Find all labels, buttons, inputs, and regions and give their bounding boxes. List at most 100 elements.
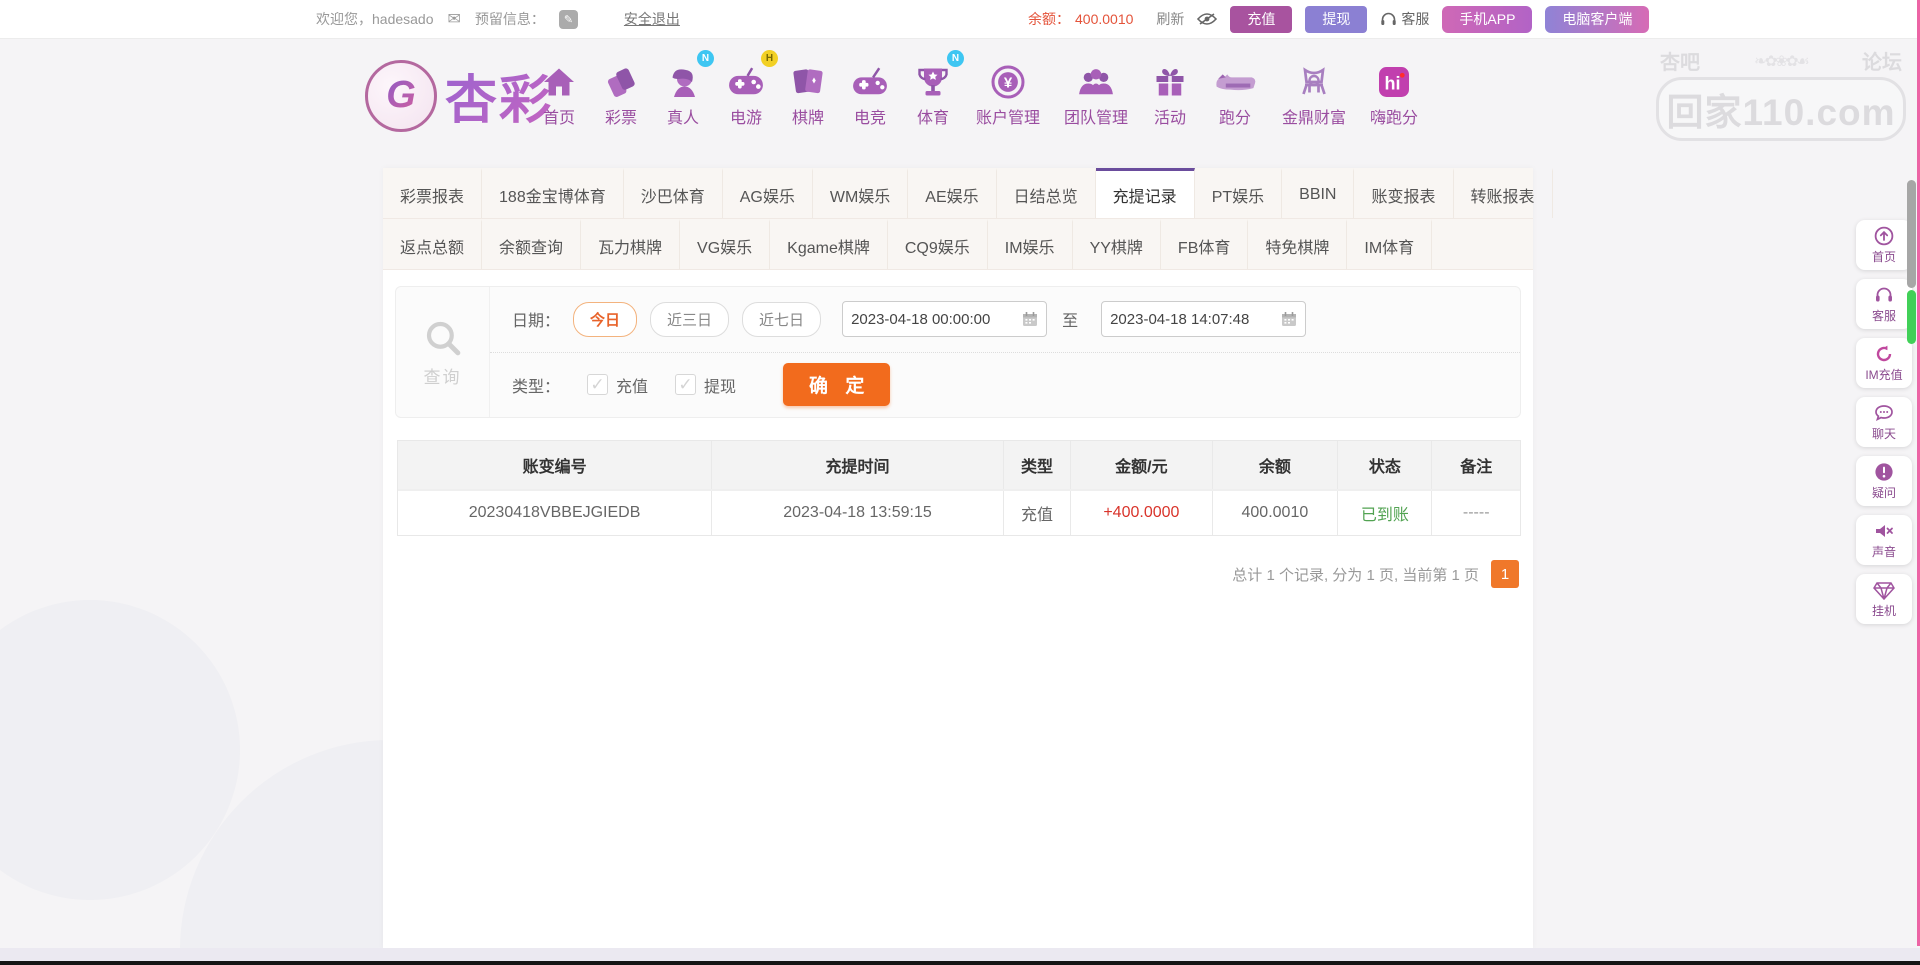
gamepad-icon: H bbox=[726, 54, 766, 100]
cell-type: 充值 bbox=[1004, 491, 1071, 535]
throne-icon bbox=[1295, 54, 1333, 100]
watermark-flourish: ❧✿❀✿☙ bbox=[1700, 52, 1862, 70]
tab-vg[interactable]: VG娱乐 bbox=[680, 219, 770, 269]
cell-status: 已到账 bbox=[1338, 491, 1432, 535]
sidebar-item-im-recharge[interactable]: IM充值 bbox=[1856, 338, 1912, 388]
tab-shaba-sports[interactable]: 沙巴体育 bbox=[624, 168, 723, 218]
checkbox-recharge[interactable]: ✓ 充值 bbox=[587, 373, 648, 397]
tab-transfer-report[interactable]: 转账报表 bbox=[1454, 168, 1553, 218]
main-content: 彩票报表 188金宝博体育 沙巴体育 AG娱乐 WM娱乐 AE娱乐 日结总览 充… bbox=[383, 168, 1533, 948]
watermark-left: 杏吧 bbox=[1660, 46, 1700, 75]
nav-badge-h: H bbox=[761, 50, 778, 67]
range-today-button[interactable]: 今日 bbox=[573, 302, 637, 337]
sidebar-item-autoplay[interactable]: 挂机 bbox=[1856, 574, 1912, 624]
tab-cq9[interactable]: CQ9娱乐 bbox=[888, 219, 988, 269]
range-3days-button[interactable]: 近三日 bbox=[650, 302, 729, 337]
tab-balance-query[interactable]: 余额查询 bbox=[482, 219, 581, 269]
withdraw-button[interactable]: 提现 bbox=[1305, 6, 1367, 33]
reserved-info-label: 预留信息： bbox=[475, 9, 545, 29]
calendar-icon[interactable] bbox=[1281, 311, 1297, 327]
sidebar-item-service[interactable]: 客服 bbox=[1856, 279, 1912, 329]
mail-icon[interactable]: ✉ bbox=[448, 9, 461, 29]
cell-change-id: 20230418VBBEJGIEDB bbox=[398, 491, 712, 535]
gift-icon bbox=[1152, 54, 1188, 100]
nav-item-sports[interactable]: N 体育 bbox=[902, 54, 964, 128]
table-row: 20230418VBBEJGIEDB 2023-04-18 13:59:15 充… bbox=[398, 489, 1520, 535]
nav-item-cards[interactable]: 棋牌 bbox=[778, 54, 838, 128]
tab-bbin[interactable]: BBIN bbox=[1282, 168, 1354, 218]
nav-badge-n: N bbox=[947, 50, 964, 67]
sidebar-item-home[interactable]: 首页 bbox=[1856, 220, 1912, 270]
date-from-input[interactable] bbox=[851, 311, 1022, 328]
bottom-edge bbox=[0, 961, 1920, 965]
tab-deposit-withdraw-records[interactable]: 充提记录 bbox=[1096, 168, 1195, 218]
nav-item-live-casino[interactable]: N 真人 bbox=[652, 54, 714, 128]
watermark-right: 论坛 bbox=[1862, 46, 1902, 75]
customer-service-link[interactable]: 客服 bbox=[1380, 9, 1429, 29]
eye-slash-icon[interactable] bbox=[1197, 12, 1217, 26]
arrow-up-circle-icon bbox=[1874, 226, 1894, 246]
calendar-icon[interactable] bbox=[1022, 311, 1038, 327]
edit-pencil-icon[interactable]: ✎ bbox=[559, 10, 578, 29]
nav-item-esports[interactable]: 电竞 bbox=[838, 54, 902, 128]
nav-item-lottery[interactable]: 彩票 bbox=[590, 54, 652, 128]
query-filter-panel: 查询 日期： 今日 近三日 近七日 至 bbox=[395, 286, 1521, 418]
tab-188-sports[interactable]: 188金宝博体育 bbox=[482, 168, 624, 218]
tab-wali-cards[interactable]: 瓦力棋牌 bbox=[581, 219, 680, 269]
tab-account-change-report[interactable]: 账变报表 bbox=[1354, 168, 1453, 218]
recharge-button[interactable]: 充值 bbox=[1230, 6, 1292, 33]
nav-item-home[interactable]: 首页 bbox=[528, 54, 590, 128]
date-to-label: 至 bbox=[1062, 307, 1078, 331]
date-to-input[interactable] bbox=[1110, 311, 1281, 328]
sidebar-item-sound[interactable]: 声音 bbox=[1856, 515, 1912, 565]
nav-item-hi-paofen[interactable]: hi 嗨跑分 bbox=[1358, 54, 1430, 128]
nav-item-promotions[interactable]: 活动 bbox=[1140, 54, 1200, 128]
brand-logo[interactable]: G 杏彩 bbox=[365, 58, 553, 133]
refresh-link[interactable]: 刷新 bbox=[1156, 9, 1184, 29]
diamond-icon bbox=[1873, 580, 1895, 600]
tab-lottery-report[interactable]: 彩票报表 bbox=[383, 168, 482, 218]
home-icon bbox=[540, 54, 578, 100]
background-decoration bbox=[0, 600, 240, 900]
nav-item-paofen[interactable]: 跑分 bbox=[1200, 54, 1270, 128]
customer-service-label: 客服 bbox=[1401, 9, 1429, 29]
col-header-balance: 余额 bbox=[1213, 441, 1339, 489]
checkbox-withdraw[interactable]: ✓ 提现 bbox=[675, 373, 736, 397]
tab-im-entertainment[interactable]: IM娱乐 bbox=[988, 219, 1073, 269]
team-people-icon bbox=[1076, 54, 1116, 100]
nav-item-account-management[interactable]: ¥ 账户管理 bbox=[964, 54, 1052, 128]
tab-pt[interactable]: PT娱乐 bbox=[1195, 168, 1282, 218]
page-root: 20 欢迎您，hadesado ✉ 预留信息： ✎ 安全退出 余额： 400.0… bbox=[0, 0, 1920, 965]
tab-row-1: 彩票报表 188金宝博体育 沙巴体育 AG娱乐 WM娱乐 AE娱乐 日结总览 充… bbox=[383, 168, 1533, 219]
checkbox-recharge-box[interactable]: ✓ bbox=[587, 374, 608, 395]
headset-icon bbox=[1874, 285, 1894, 305]
esports-gamepad-icon bbox=[850, 54, 890, 100]
logout-link[interactable]: 安全退出 bbox=[624, 9, 680, 29]
checkbox-withdraw-box[interactable]: ✓ bbox=[675, 374, 696, 395]
nav-item-slots[interactable]: H 电游 bbox=[714, 54, 778, 128]
tab-wm[interactable]: WM娱乐 bbox=[813, 168, 908, 218]
tab-kgame[interactable]: Kgame棋牌 bbox=[770, 219, 888, 269]
type-filter-row: 类型： ✓ 充值 ✓ 提现 确 定 bbox=[490, 353, 1520, 418]
tab-fb-sports[interactable]: FB体育 bbox=[1161, 219, 1248, 269]
scrollbar-highlight[interactable] bbox=[1907, 290, 1916, 344]
page-1-button[interactable]: 1 bbox=[1491, 560, 1519, 588]
nav-item-team-management[interactable]: 团队管理 bbox=[1052, 54, 1140, 128]
scrollbar-thumb[interactable] bbox=[1907, 180, 1916, 288]
confirm-button[interactable]: 确 定 bbox=[783, 363, 890, 406]
pc-client-button[interactable]: 电脑客户端 bbox=[1545, 6, 1649, 33]
tab-rebate-total[interactable]: 返点总额 bbox=[383, 219, 482, 269]
cell-remark: ----- bbox=[1432, 491, 1520, 535]
sidebar-item-chat[interactable]: 聊天 bbox=[1856, 397, 1912, 447]
bottom-scrollbar-track[interactable] bbox=[0, 948, 1920, 961]
range-7days-button[interactable]: 近七日 bbox=[742, 302, 821, 337]
sidebar-item-question[interactable]: 疑问 bbox=[1856, 456, 1912, 506]
tab-ag[interactable]: AG娱乐 bbox=[723, 168, 813, 218]
tab-temian-cards[interactable]: 特免棋牌 bbox=[1248, 219, 1347, 269]
nav-item-jinding-wealth[interactable]: 金鼎财富 bbox=[1270, 54, 1358, 128]
mobile-app-button[interactable]: 手机APP bbox=[1442, 6, 1532, 33]
tab-ae[interactable]: AE娱乐 bbox=[908, 168, 996, 218]
tab-daily-summary[interactable]: 日结总览 bbox=[997, 168, 1096, 218]
tab-yy-cards[interactable]: YY棋牌 bbox=[1073, 219, 1161, 269]
tab-im-sports[interactable]: IM体育 bbox=[1347, 219, 1432, 269]
